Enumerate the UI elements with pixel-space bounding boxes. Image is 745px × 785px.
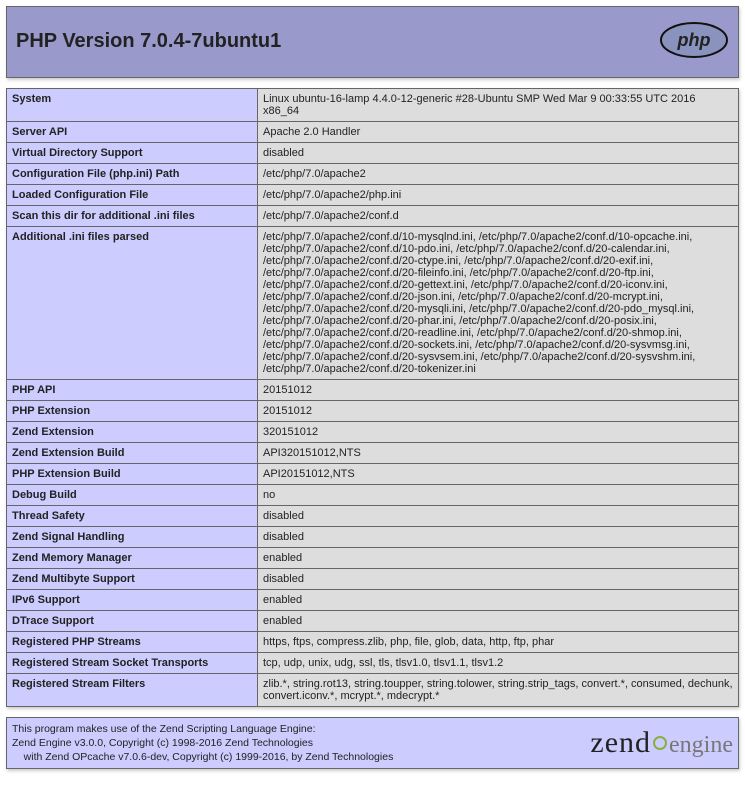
info-label: Zend Signal Handling <box>7 526 258 547</box>
table-row: DTrace Supportenabled <box>7 610 739 631</box>
info-value: zlib.*, string.rot13, string.toupper, st… <box>258 673 739 706</box>
engine-text: engine <box>669 732 733 758</box>
table-row: Registered Stream Filterszlib.*, string.… <box>7 673 739 706</box>
credits-line: This program makes use of the Zend Scrip… <box>12 723 316 735</box>
info-label: Additional .ini files parsed <box>7 226 258 379</box>
info-label: Server API <box>7 121 258 142</box>
info-table: SystemLinux ubuntu-16-lamp 4.4.0-12-gene… <box>6 88 739 707</box>
table-row: Debug Buildno <box>7 484 739 505</box>
php-logo-icon: php <box>659 21 729 62</box>
info-value: enabled <box>258 589 739 610</box>
table-row: PHP API20151012 <box>7 379 739 400</box>
table-row: Configuration File (php.ini) Path/etc/ph… <box>7 163 739 184</box>
info-label: Thread Safety <box>7 505 258 526</box>
credits-text: This program makes use of the Zend Scrip… <box>12 722 393 765</box>
info-label: System <box>7 88 258 121</box>
info-value: disabled <box>258 142 739 163</box>
info-label: PHP Extension <box>7 400 258 421</box>
table-row: Zend Extension BuildAPI320151012,NTS <box>7 442 739 463</box>
info-label: PHP API <box>7 379 258 400</box>
table-row: Zend Multibyte Supportdisabled <box>7 568 739 589</box>
info-label: Configuration File (php.ini) Path <box>7 163 258 184</box>
info-value: /etc/php/7.0/apache2/conf.d <box>258 205 739 226</box>
table-row: Thread Safetydisabled <box>7 505 739 526</box>
zend-text: zend <box>590 726 651 759</box>
credits-line: with Zend OPcache v7.0.6-dev, Copyright … <box>12 751 393 763</box>
info-value: enabled <box>258 610 739 631</box>
info-value: 20151012 <box>258 379 739 400</box>
info-label: IPv6 Support <box>7 589 258 610</box>
info-label: Registered Stream Socket Transports <box>7 652 258 673</box>
info-label: Zend Multibyte Support <box>7 568 258 589</box>
table-row: Server APIApache 2.0 Handler <box>7 121 739 142</box>
info-value: API320151012,NTS <box>258 442 739 463</box>
info-value: disabled <box>258 505 739 526</box>
info-label: Zend Extension Build <box>7 442 258 463</box>
table-row: Registered Stream Socket Transportstcp, … <box>7 652 739 673</box>
table-row: Scan this dir for additional .ini files/… <box>7 205 739 226</box>
info-value: disabled <box>258 568 739 589</box>
info-value: 320151012 <box>258 421 739 442</box>
info-label: Virtual Directory Support <box>7 142 258 163</box>
info-value: no <box>258 484 739 505</box>
credits-table: This program makes use of the Zend Scrip… <box>6 717 739 770</box>
info-value: 20151012 <box>258 400 739 421</box>
table-row: Additional .ini files parsed/etc/php/7.0… <box>7 226 739 379</box>
info-value: /etc/php/7.0/apache2/conf.d/10-mysqlnd.i… <box>258 226 739 379</box>
info-value: /etc/php/7.0/apache2 <box>258 163 739 184</box>
info-value: Apache 2.0 Handler <box>258 121 739 142</box>
info-label: PHP Extension Build <box>7 463 258 484</box>
info-value: https, ftps, compress.zlib, php, file, g… <box>258 631 739 652</box>
table-row: SystemLinux ubuntu-16-lamp 4.4.0-12-gene… <box>7 88 739 121</box>
info-label: Zend Memory Manager <box>7 547 258 568</box>
ring-icon <box>653 736 667 750</box>
table-row: Registered PHP Streamshttps, ftps, compr… <box>7 631 739 652</box>
info-label: Registered Stream Filters <box>7 673 258 706</box>
info-value: /etc/php/7.0/apache2/php.ini <box>258 184 739 205</box>
info-value: tcp, udp, unix, udg, ssl, tls, tlsv1.0, … <box>258 652 739 673</box>
info-value: enabled <box>258 547 739 568</box>
credits-line: Zend Engine v3.0.0, Copyright (c) 1998-2… <box>12 737 313 749</box>
info-label: Zend Extension <box>7 421 258 442</box>
table-row: Virtual Directory Supportdisabled <box>7 142 739 163</box>
table-row: Loaded Configuration File/etc/php/7.0/ap… <box>7 184 739 205</box>
info-value: Linux ubuntu-16-lamp 4.4.0-12-generic #2… <box>258 88 739 121</box>
info-label: Scan this dir for additional .ini files <box>7 205 258 226</box>
page-title: PHP Version 7.0.4-7ubuntu1 <box>16 30 281 53</box>
zend-engine-logo-icon: zend engine <box>590 726 733 760</box>
info-value: API20151012,NTS <box>258 463 739 484</box>
table-row: IPv6 Supportenabled <box>7 589 739 610</box>
info-value: disabled <box>258 526 739 547</box>
table-row: Zend Extension320151012 <box>7 421 739 442</box>
table-row: Zend Signal Handlingdisabled <box>7 526 739 547</box>
table-row: Zend Memory Managerenabled <box>7 547 739 568</box>
info-label: DTrace Support <box>7 610 258 631</box>
table-row: PHP Extension BuildAPI20151012,NTS <box>7 463 739 484</box>
header-table: PHP Version 7.0.4-7ubuntu1 php <box>6 6 739 78</box>
info-label: Debug Build <box>7 484 258 505</box>
info-label: Loaded Configuration File <box>7 184 258 205</box>
info-label: Registered PHP Streams <box>7 631 258 652</box>
svg-text:php: php <box>677 30 711 50</box>
table-row: PHP Extension20151012 <box>7 400 739 421</box>
